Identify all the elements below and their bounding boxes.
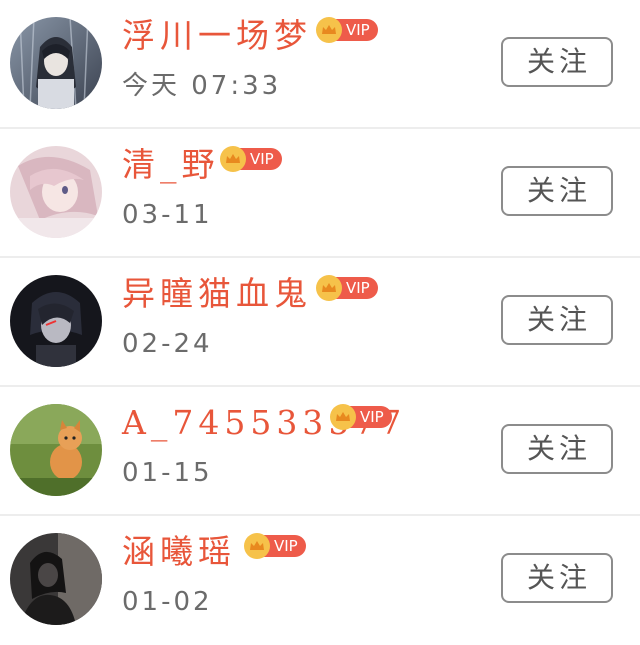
follow-time: 03-11: [122, 200, 213, 230]
vip-label: VIP: [336, 19, 378, 41]
user-name[interactable]: 涵曦瑶: [122, 530, 236, 574]
avatar[interactable]: [10, 17, 102, 109]
avatar[interactable]: [10, 146, 102, 238]
avatar[interactable]: [10, 533, 102, 625]
crown-icon: [330, 404, 356, 430]
vip-badge: VIP: [316, 275, 378, 301]
vip-badge: VIP: [244, 533, 306, 559]
follow-time: 今天 07:33: [122, 71, 282, 101]
user-name[interactable]: 异瞳猫血鬼: [122, 272, 312, 316]
vip-badge: VIP: [220, 146, 282, 172]
user-name[interactable]: 清_野: [122, 143, 220, 187]
follow-button[interactable]: 关注: [501, 424, 613, 474]
list-item[interactable]: 涵曦瑶 VIP 01-02 关注: [0, 516, 640, 645]
avatar[interactable]: [10, 275, 102, 367]
vip-label: VIP: [336, 277, 378, 299]
vip-label: VIP: [264, 535, 306, 557]
crown-icon: [244, 533, 270, 559]
list-item[interactable]: A_745533577 VIP 01-15 关注: [0, 387, 640, 516]
vip-badge: VIP: [330, 404, 392, 430]
list-item[interactable]: 清_野 VIP 03-11 关注: [0, 129, 640, 258]
vip-badge: VIP: [316, 17, 378, 43]
vip-label: VIP: [350, 406, 392, 428]
avatar[interactable]: [10, 404, 102, 496]
follower-list: 浮川一场梦 VIP 今天 07:33 关注 清_野 VIP 03-11 关注 异…: [0, 0, 640, 645]
list-item[interactable]: 异瞳猫血鬼 VIP 02-24 关注: [0, 258, 640, 387]
follow-button[interactable]: 关注: [501, 553, 613, 603]
follow-button[interactable]: 关注: [501, 166, 613, 216]
crown-icon: [316, 17, 342, 43]
follow-time: 02-24: [122, 329, 213, 359]
vip-label: VIP: [240, 148, 282, 170]
user-name[interactable]: 浮川一场梦: [122, 14, 312, 58]
crown-icon: [220, 146, 246, 172]
follow-time: 01-02: [122, 587, 213, 617]
follow-button[interactable]: 关注: [501, 37, 613, 87]
list-item[interactable]: 浮川一场梦 VIP 今天 07:33 关注: [0, 0, 640, 129]
crown-icon: [316, 275, 342, 301]
follow-button[interactable]: 关注: [501, 295, 613, 345]
follow-time: 01-15: [122, 458, 213, 488]
